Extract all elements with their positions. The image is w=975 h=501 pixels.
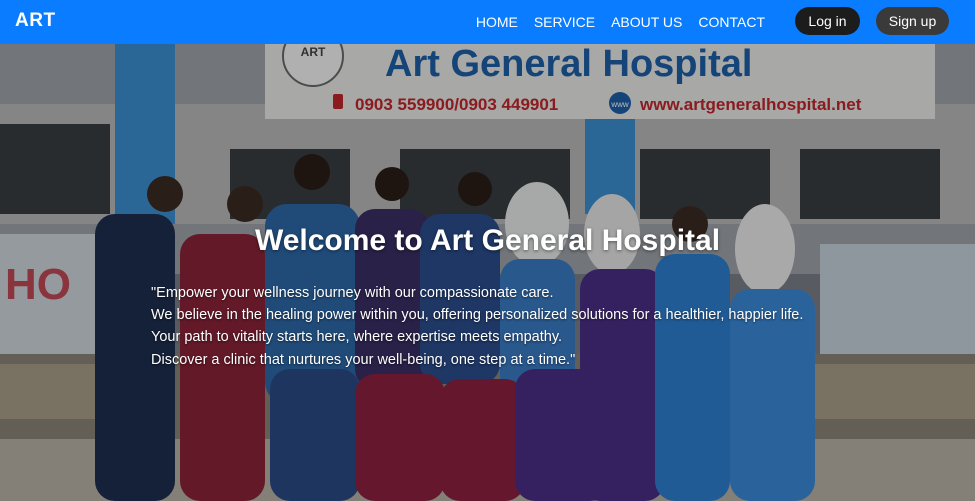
brand-logo[interactable]: ART <box>15 10 56 32</box>
nav-contact-link[interactable]: CONTACT <box>698 14 765 30</box>
nav-service-link[interactable]: SERVICE <box>534 14 595 30</box>
signup-button[interactable]: Sign up <box>876 7 949 35</box>
nav-home-link[interactable]: HOME <box>476 14 518 30</box>
hero-line-1: "Empower your wellness journey with our … <box>151 285 554 301</box>
hero-dark-overlay <box>0 44 975 501</box>
hero-description: "Empower your wellness journey with our … <box>151 282 803 371</box>
top-navbar: ART HOME SERVICE ABOUT US CONTACT Log in… <box>0 0 975 44</box>
login-button[interactable]: Log in <box>795 7 860 35</box>
hero-section: ART Art General Hospital 0903 559900/090… <box>0 44 975 501</box>
hero-title: Welcome to Art General Hospital <box>254 224 721 257</box>
nav-links: HOME SERVICE ABOUT US CONTACT <box>476 0 765 44</box>
hero-line-4: Discover a clinic that nurtures your wel… <box>151 351 576 368</box>
nav-about-link[interactable]: ABOUT US <box>611 14 682 30</box>
hero-line-3: Your path to vitality starts here, where… <box>151 329 563 346</box>
hero-line-2: We believe in the healing power within y… <box>151 307 804 324</box>
